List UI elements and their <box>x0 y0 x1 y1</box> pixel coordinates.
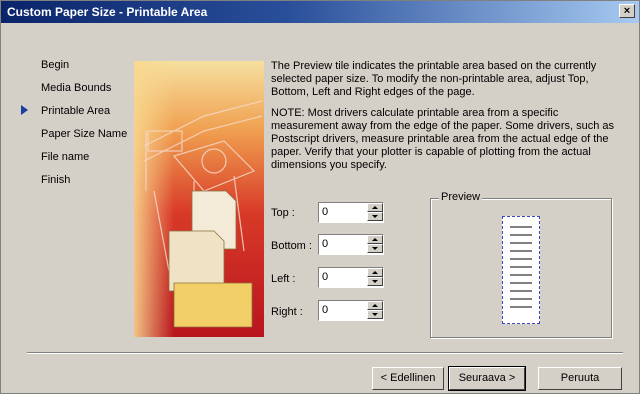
spin-down-icon[interactable] <box>367 244 383 253</box>
separator <box>27 352 623 354</box>
right-label: Right : <box>271 306 303 318</box>
top-value[interactable]: 0 <box>322 206 328 218</box>
step-media-bounds: Media Bounds <box>21 80 127 103</box>
preview-lines-icon <box>510 226 532 308</box>
right-stepper[interactable]: 0 <box>318 300 384 321</box>
step-label: Media Bounds <box>41 82 112 94</box>
current-step-arrow-icon <box>21 105 28 115</box>
top-label: Top : <box>271 207 295 219</box>
bottom-value[interactable]: 0 <box>322 238 328 250</box>
close-icon: × <box>623 5 631 17</box>
step-printable-area: Printable Area <box>21 103 127 126</box>
dialog-window: Custom Paper Size - Printable Area × Beg… <box>0 0 640 394</box>
spin-up-icon[interactable] <box>367 301 383 310</box>
preview-label: Preview <box>439 191 483 203</box>
spin-up-icon[interactable] <box>367 268 383 277</box>
left-stepper[interactable]: 0 <box>318 267 384 288</box>
step-label: Begin <box>41 59 70 71</box>
window-title: Custom Paper Size - Printable Area <box>7 5 208 19</box>
step-paper-size-name: Paper Size Name <box>21 126 127 149</box>
instructions-paragraph: The Preview tile indicates the printable… <box>271 60 597 98</box>
back-button[interactable]: < Edellinen <box>372 367 444 390</box>
step-label: Paper Size Name <box>41 128 128 140</box>
preview-group: Preview <box>430 191 612 338</box>
note-paragraph: NOTE: Most drivers calculate printable a… <box>271 107 615 171</box>
left-label: Left : <box>271 273 296 285</box>
bottom-label: Bottom : <box>271 240 312 252</box>
spin-down-icon[interactable] <box>367 212 383 221</box>
step-label: Finish <box>41 174 71 186</box>
step-file-name: File name <box>21 149 127 172</box>
left-value[interactable]: 0 <box>322 271 328 283</box>
title-bar[interactable]: Custom Paper Size - Printable Area × <box>1 1 639 23</box>
top-spin-buttons <box>367 203 383 222</box>
step-label: File name <box>41 151 90 163</box>
top-stepper[interactable]: 0 <box>318 202 384 223</box>
cancel-button[interactable]: Peruuta <box>538 367 622 390</box>
spin-up-icon[interactable] <box>367 235 383 244</box>
bottom-stepper[interactable]: 0 <box>318 234 384 255</box>
plotter-illustration <box>134 61 264 337</box>
next-button[interactable]: Seuraava > <box>448 366 526 391</box>
bottom-spin-buttons <box>367 235 383 254</box>
step-label: Printable Area <box>41 105 111 117</box>
wizard-steps: Begin Media Bounds Printable Area Paper … <box>21 57 127 195</box>
right-value[interactable]: 0 <box>322 304 328 316</box>
instructions: The Preview tile indicates the printable… <box>271 60 621 180</box>
step-begin: Begin <box>21 57 127 80</box>
close-button[interactable]: × <box>619 4 635 18</box>
left-spin-buttons <box>367 268 383 287</box>
preview-page <box>502 216 540 324</box>
right-spin-buttons <box>367 301 383 320</box>
spin-down-icon[interactable] <box>367 310 383 319</box>
spin-up-icon[interactable] <box>367 203 383 212</box>
spin-down-icon[interactable] <box>367 277 383 286</box>
step-finish: Finish <box>21 172 127 195</box>
